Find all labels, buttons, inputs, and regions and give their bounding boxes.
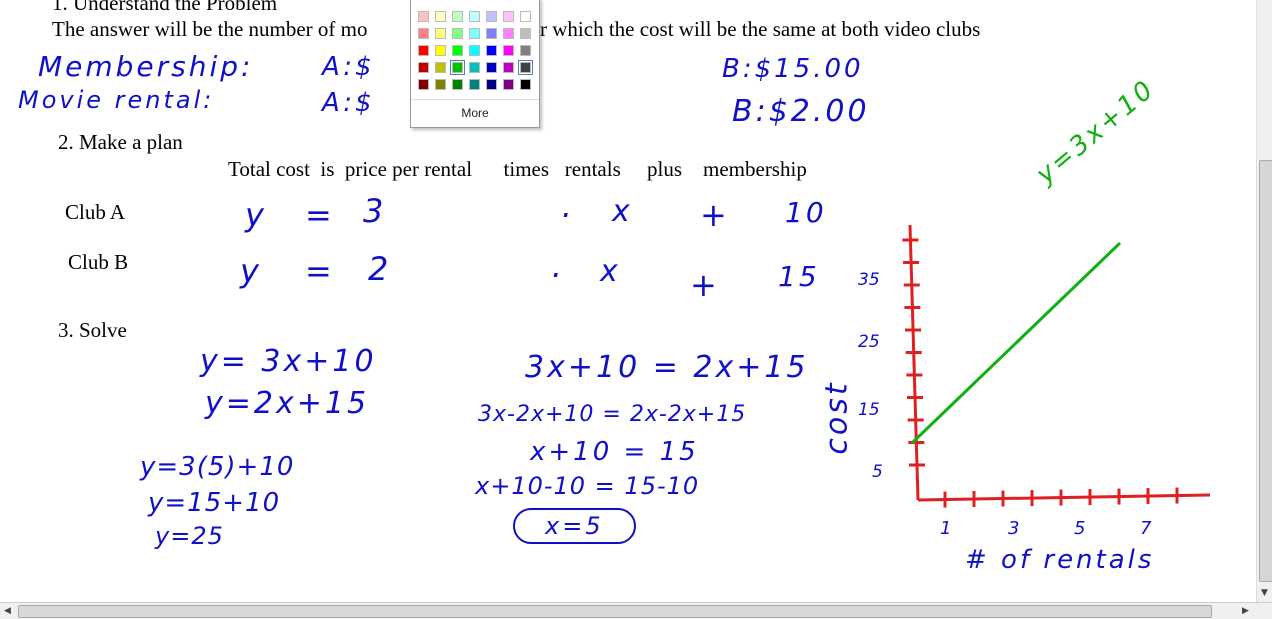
eq-a-plus: + xyxy=(700,196,730,234)
eq-a-x: x xyxy=(612,194,633,229)
color-swatch[interactable] xyxy=(486,79,497,90)
eq-b-fee: 15 xyxy=(778,260,820,293)
color-picker-popup: More xyxy=(410,0,540,128)
horizontal-scrollbar[interactable]: ◀ ▶ xyxy=(0,602,1272,619)
plan-text: Total cost is price per rental times ren… xyxy=(228,157,807,181)
club-b-label: Club B xyxy=(68,250,129,274)
color-swatch[interactable] xyxy=(418,28,429,39)
eq-b-y: y xyxy=(240,252,262,290)
eq-b-rate: 2 xyxy=(368,250,392,288)
rental-ink: Movie rental: xyxy=(18,86,215,114)
vertical-scrollbar[interactable]: ▼ xyxy=(1256,0,1272,602)
eq-b-plus: + xyxy=(690,266,720,304)
x-axis xyxy=(917,493,1211,502)
color-swatch[interactable] xyxy=(418,62,429,73)
eq-a-fee: 10 xyxy=(785,196,827,229)
color-swatch[interactable] xyxy=(435,79,446,90)
color-swatch[interactable] xyxy=(435,62,446,73)
color-swatch[interactable] xyxy=(418,45,429,56)
y-tick-label: 25 xyxy=(858,332,880,352)
back-sub-2: y=15+10 xyxy=(148,488,281,518)
color-swatch[interactable] xyxy=(486,11,497,22)
color-swatch[interactable] xyxy=(469,28,480,39)
color-swatch[interactable] xyxy=(469,45,480,56)
eq-b-eq: = xyxy=(305,252,335,290)
x-tick-label: 7 xyxy=(1140,518,1155,539)
color-swatch[interactable] xyxy=(435,45,446,56)
color-swatch[interactable] xyxy=(486,62,497,73)
color-swatch[interactable] xyxy=(452,28,463,39)
horizontal-scroll-thumb[interactable] xyxy=(18,605,1212,618)
rent-b-ink: B:$2.00 xyxy=(732,94,870,129)
mem-b-ink: B:$15.00 xyxy=(722,54,864,84)
eq-b-dot: · xyxy=(550,256,564,294)
color-swatch[interactable] xyxy=(518,60,533,75)
color-swatch[interactable] xyxy=(469,79,480,90)
system-eq-2: y=2x+15 xyxy=(205,386,370,421)
axes xyxy=(902,224,1211,508)
color-swatch[interactable] xyxy=(435,28,446,39)
solution-circled: x=5 xyxy=(513,508,636,544)
back-sub-1: y=3(5)+10 xyxy=(140,452,295,482)
color-swatch[interactable] xyxy=(503,11,514,22)
eq-a-rate: 3 xyxy=(363,192,387,230)
color-swatch[interactable] xyxy=(503,45,514,56)
color-swatch[interactable] xyxy=(520,79,531,90)
color-swatch[interactable] xyxy=(450,60,465,75)
x-tick-label: 3 xyxy=(1008,518,1023,539)
color-swatch[interactable] xyxy=(469,62,480,73)
eq-a-eq: = xyxy=(305,196,335,234)
color-swatch[interactable] xyxy=(503,28,514,39)
scroll-right-arrow-icon[interactable]: ▶ xyxy=(1242,606,1249,616)
club-a-label: Club A xyxy=(65,200,126,224)
graph-line-label: y=3x+10 xyxy=(1030,73,1162,190)
color-swatch[interactable] xyxy=(452,79,463,90)
color-swatch[interactable] xyxy=(418,79,429,90)
color-swatch[interactable] xyxy=(520,11,531,22)
color-swatch[interactable] xyxy=(520,28,531,39)
y-axis xyxy=(908,224,920,501)
x-axis-label: # of rentals xyxy=(965,545,1155,575)
solve-step-2: 3x-2x+10 = 2x-2x+15 xyxy=(478,402,747,427)
color-swatch[interactable] xyxy=(435,11,446,22)
x-tick-label: 1 xyxy=(940,518,955,539)
y-axis-label: cost xyxy=(819,380,855,455)
y-tick-label: 5 xyxy=(872,462,883,482)
color-swatch[interactable] xyxy=(503,79,514,90)
eq-b-x: x xyxy=(600,254,621,289)
color-swatch[interactable] xyxy=(520,45,531,56)
color-swatch[interactable] xyxy=(486,45,497,56)
eq-a-dot: · xyxy=(560,196,574,234)
scroll-left-arrow-icon[interactable]: ◀ xyxy=(4,606,11,616)
step1-heading: 1. Understand the Problem xyxy=(52,0,278,15)
x-tick-label: 5 xyxy=(1074,518,1089,539)
eq-a-y: y xyxy=(245,196,267,234)
vertical-scroll-thumb[interactable] xyxy=(1259,160,1272,582)
color-swatch[interactable] xyxy=(452,45,463,56)
scroll-down-arrow-icon[interactable]: ▼ xyxy=(1261,588,1268,598)
solve-step-4: x+10-10 = 15-10 xyxy=(475,472,700,500)
solve-step-3: x+10 = 15 xyxy=(530,437,699,467)
step2-heading: 2. Make a plan xyxy=(58,130,183,154)
answer-text: The answer will be the number of mo xyxy=(52,17,368,41)
membership-ink: Membership: xyxy=(38,50,254,83)
mem-a-ink: A:$ xyxy=(322,52,375,82)
graph-line xyxy=(910,241,1122,445)
y-tick-label: 35 xyxy=(858,270,880,290)
color-swatch[interactable] xyxy=(503,62,514,73)
color-swatch[interactable] xyxy=(452,11,463,22)
color-swatch[interactable] xyxy=(418,11,429,22)
answer-text-rest: r which the cost will be the same at bot… xyxy=(540,17,981,41)
system-eq-1: y= 3x+10 xyxy=(200,344,377,379)
step3-heading: 3. Solve xyxy=(58,318,127,342)
solve-step-1: 3x+10 = 2x+15 xyxy=(525,350,809,385)
rent-a-ink: A:$ xyxy=(322,88,375,118)
color-swatch[interactable] xyxy=(486,28,497,39)
more-colors-button[interactable]: More xyxy=(411,99,539,120)
back-sub-3: y=25 xyxy=(155,522,224,550)
color-swatch[interactable] xyxy=(469,11,480,22)
y-tick-label: 15 xyxy=(858,400,880,420)
